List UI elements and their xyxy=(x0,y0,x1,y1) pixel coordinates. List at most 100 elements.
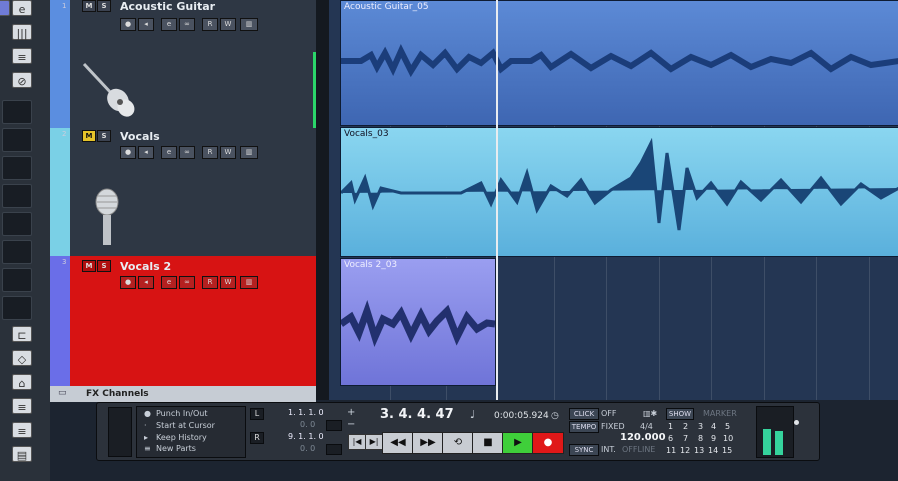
track-divider[interactable] xyxy=(316,0,329,400)
left-locator-value[interactable]: 1. 1. 1. 0 xyxy=(288,408,324,417)
tool-slot[interactable] xyxy=(2,128,32,152)
rewind-button[interactable]: ◀◀ xyxy=(382,432,414,454)
mute-button[interactable]: M xyxy=(82,260,96,272)
monitor-button[interactable]: ◂ xyxy=(138,146,154,159)
marker-button[interactable]: 8 xyxy=(698,434,703,443)
marker-button[interactable]: 10 xyxy=(723,434,733,443)
read-button[interactable]: R xyxy=(202,276,218,289)
edit-button[interactable]: e xyxy=(161,18,177,31)
equalizer-icon[interactable]: ≡ xyxy=(12,48,32,64)
tempo-button[interactable]: TEMPO xyxy=(569,421,599,433)
marker-button[interactable]: 1 xyxy=(668,422,673,431)
read-button[interactable]: R xyxy=(202,146,218,159)
monitor-button[interactable]: ◂ xyxy=(138,276,154,289)
marker-button[interactable]: 7 xyxy=(683,434,688,443)
write-button[interactable]: W xyxy=(220,18,236,31)
time-signature[interactable]: 4/4 xyxy=(640,422,653,431)
list-icon[interactable]: ≡ xyxy=(12,422,32,438)
channel-settings-button[interactable]: ▥ xyxy=(240,18,258,31)
marker-button[interactable]: 4 xyxy=(711,422,716,431)
marker-button[interactable]: 13 xyxy=(694,446,704,455)
tempo-value[interactable]: 120.000 xyxy=(620,432,666,443)
position-bars-display[interactable]: 3. 4. 4. 47 xyxy=(380,407,454,422)
track-acoustic-guitar[interactable]: 1 M S Acoustic Guitar ● ◂ e ∞ R W ▥ xyxy=(50,0,317,130)
minus-button[interactable]: − xyxy=(347,419,355,430)
record-enable-button[interactable]: ● xyxy=(120,146,136,159)
marker-button[interactable]: 3 xyxy=(698,422,703,431)
write-button[interactable]: W xyxy=(220,276,236,289)
audio-clip[interactable]: Vocals 2_03 xyxy=(340,258,496,386)
click-value[interactable]: OFF xyxy=(601,409,617,418)
edit-button[interactable]: e xyxy=(161,276,177,289)
meter-clip-indicator[interactable] xyxy=(794,420,799,425)
punch-in-out-option[interactable]: Punch In/Out xyxy=(156,409,207,418)
write-button[interactable]: W xyxy=(220,146,236,159)
cycle-button[interactable] xyxy=(326,444,342,455)
list-icon[interactable]: ≡ xyxy=(12,398,32,414)
record-enable-button[interactable]: ● xyxy=(120,18,136,31)
record-enable-button[interactable]: ● xyxy=(120,276,136,289)
marker-button[interactable]: 14 xyxy=(708,446,718,455)
audio-clip[interactable]: Vocals_03 xyxy=(340,127,898,257)
tool-slot[interactable] xyxy=(2,296,32,320)
mute-button[interactable]: M xyxy=(82,130,96,142)
marker-button[interactable]: 15 xyxy=(722,446,732,455)
cycle-loop-button[interactable]: ⟲ xyxy=(442,432,474,454)
start-at-cursor-option[interactable]: Start at Cursor xyxy=(156,421,215,430)
marker-button[interactable]: 6 xyxy=(668,434,673,443)
sync-button[interactable]: SYNC xyxy=(569,444,599,456)
keep-history-option[interactable]: Keep History xyxy=(156,433,207,442)
right-locator-value[interactable]: 9. 1. 1. 0 xyxy=(288,432,324,441)
cycle-button[interactable] xyxy=(326,420,342,431)
right-locator-button[interactable]: R xyxy=(250,432,264,444)
tempo-mode[interactable]: FIXED xyxy=(601,422,625,431)
stop-button[interactable]: ■ xyxy=(472,432,504,454)
link-icon[interactable]: ⊘ xyxy=(12,72,32,88)
solo-button[interactable]: S xyxy=(97,260,111,272)
left-locator-button[interactable]: L xyxy=(250,408,264,420)
tool-slot[interactable] xyxy=(2,184,32,208)
toolbar-indicator[interactable] xyxy=(0,0,10,16)
audio-clip[interactable]: Acoustic Guitar_05 xyxy=(340,0,898,126)
play-button[interactable]: ▶ xyxy=(502,432,534,454)
send-icon[interactable]: ⌂ xyxy=(12,374,32,390)
fast-forward-button[interactable]: ▶▶ xyxy=(412,432,444,454)
marker-button[interactable]: 11 xyxy=(666,446,676,455)
link-button[interactable]: ∞ xyxy=(179,18,195,31)
insert-icon[interactable]: ⊏ xyxy=(12,326,32,342)
marker-button[interactable]: 2 xyxy=(683,422,688,431)
marker-button[interactable]: 5 xyxy=(725,422,730,431)
marker-button[interactable]: 9 xyxy=(711,434,716,443)
track-vocals-2[interactable]: 3 M S Vocals 2 ● ◂ e ∞ R W ▥ xyxy=(50,256,316,387)
tool-slot[interactable] xyxy=(2,268,32,292)
plus-button[interactable]: + xyxy=(347,407,355,418)
tool-slot[interactable] xyxy=(2,156,32,180)
new-parts-option[interactable]: New Parts xyxy=(156,444,196,453)
diamond-icon[interactable]: ◇ xyxy=(12,350,32,366)
channel-settings-button[interactable]: ▥ xyxy=(240,146,258,159)
edit-button[interactable]: e xyxy=(161,146,177,159)
show-markers-button[interactable]: SHOW xyxy=(666,408,694,420)
playhead[interactable] xyxy=(496,0,498,400)
fx-channels-row[interactable]: ▭ FX Channels xyxy=(50,386,316,402)
go-to-start-button[interactable]: |◀ xyxy=(348,434,366,450)
link-button[interactable]: ∞ xyxy=(179,276,195,289)
monitor-button[interactable]: ◂ xyxy=(138,18,154,31)
go-to-marker-button[interactable]: ▶| xyxy=(365,434,383,450)
time-format-icon[interactable]: ◷ xyxy=(551,411,559,421)
channel-settings-button[interactable]: ▥ xyxy=(240,276,258,289)
tool-slot[interactable] xyxy=(2,100,32,124)
edit-icon[interactable]: e xyxy=(12,0,32,16)
sync-value[interactable]: INT. xyxy=(601,445,616,454)
marker-button[interactable]: 12 xyxy=(680,446,690,455)
tool-slot[interactable] xyxy=(2,212,32,236)
tool-slot[interactable] xyxy=(2,240,32,264)
link-button[interactable]: ∞ xyxy=(179,146,195,159)
mute-button[interactable]: M xyxy=(82,0,96,12)
track-vocals[interactable]: 2 M S Vocals ● ◂ e ∞ R W ▥ xyxy=(50,128,316,258)
position-time-display[interactable]: 0:00:05.924 xyxy=(494,411,549,421)
solo-button[interactable]: S xyxy=(97,0,111,12)
arrangement-area[interactable]: Acoustic Guitar_05 Vocals_03 Vocals 2_03 xyxy=(329,0,898,400)
click-settings-icon[interactable]: ▥✱ xyxy=(643,409,657,418)
mixer-icon[interactable]: ||| xyxy=(12,24,32,40)
